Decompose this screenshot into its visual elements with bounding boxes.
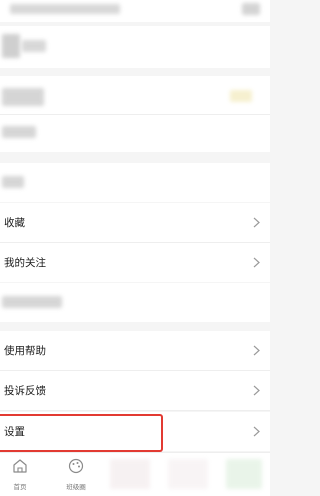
palette-icon	[67, 457, 85, 479]
blurred-menu-row[interactable]	[0, 163, 270, 202]
tab-class-circle[interactable]: 班级圈	[56, 457, 96, 491]
blurred-tab[interactable]	[110, 459, 150, 489]
tab-class-circle-label: 班级圈	[66, 483, 86, 491]
home-icon	[11, 457, 29, 479]
blurred-stat-badge	[230, 90, 252, 102]
my-follows-label: 我的关注	[4, 257, 46, 269]
blurred-username	[22, 40, 46, 52]
blurred-tab[interactable]	[226, 459, 262, 489]
blurred-tab[interactable]	[168, 459, 208, 489]
stats-section	[0, 76, 270, 152]
blurred-menu-row[interactable]	[0, 283, 270, 322]
chevron-right-icon	[250, 385, 262, 397]
menu-row-settings[interactable]: 设置	[0, 412, 270, 451]
blurred-header-text	[10, 4, 120, 14]
favorites-label: 收藏	[4, 217, 25, 229]
blurred-header-icon	[242, 3, 260, 15]
tab-home-label: 首页	[13, 483, 27, 491]
menu-row-my-follows[interactable]: 我的关注	[0, 243, 270, 282]
chevron-right-icon	[250, 345, 262, 357]
blurred-avatar	[2, 34, 20, 58]
settings-label: 设置	[4, 426, 25, 438]
divider	[0, 410, 270, 411]
divider	[0, 114, 270, 115]
feedback-label: 投诉反馈	[4, 385, 46, 397]
profile-screen: 收藏 我的关注 使用帮助 投诉反馈 设置 首页 班级圈	[0, 0, 270, 496]
tab-home[interactable]: 首页	[0, 457, 40, 491]
chevron-right-icon	[250, 217, 262, 229]
blurred-row-label	[2, 296, 62, 308]
help-label: 使用帮助	[4, 345, 46, 357]
chevron-right-icon	[250, 426, 262, 438]
blurred-stat-line-1	[2, 88, 44, 106]
menu-row-favorites[interactable]: 收藏	[0, 203, 270, 242]
menu-row-help[interactable]: 使用帮助	[0, 331, 270, 370]
blurred-stat-line-2	[2, 126, 36, 138]
profile-section	[0, 26, 270, 68]
blurred-row-label	[2, 176, 24, 188]
header-strip	[0, 0, 270, 22]
menu-row-feedback[interactable]: 投诉反馈	[0, 371, 270, 410]
bottom-tab-bar: 首页 班级圈	[0, 452, 270, 496]
chevron-right-icon	[250, 257, 262, 269]
